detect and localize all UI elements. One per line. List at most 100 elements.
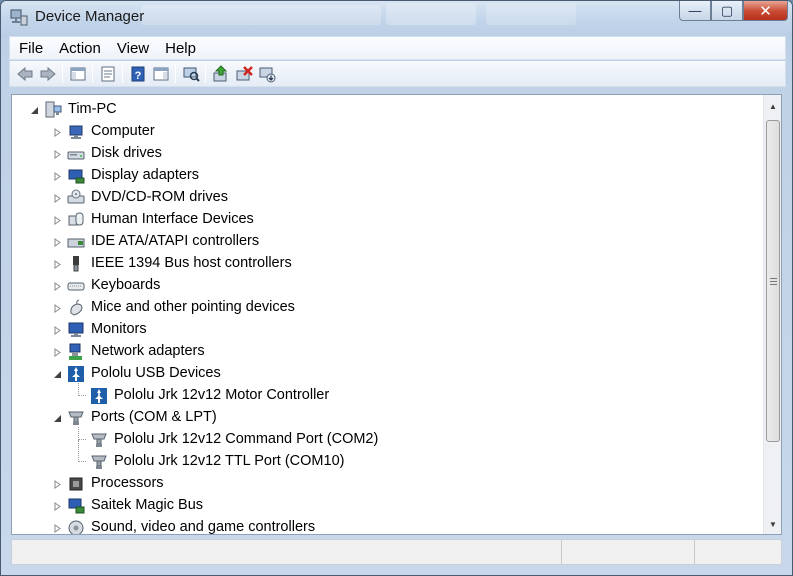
tree-device-node[interactable]: Pololu Jrk 12v12 Motor Controller [12, 383, 752, 407]
expand-arrow-icon[interactable] [52, 523, 62, 533]
tree-category-display-adapters[interactable]: Display adapters [12, 165, 752, 187]
expand-arrow-icon[interactable] [52, 303, 62, 313]
tree-connector [78, 427, 86, 440]
uninstall-device-button[interactable] [255, 63, 278, 85]
processor-icon [69, 477, 83, 491]
port-icon [91, 433, 107, 447]
collapse-arrow-icon[interactable] [29, 105, 39, 115]
pololu-icon [68, 366, 84, 382]
tree-node-label: Pololu Jrk 12v12 TTL Port (COM10) [114, 453, 345, 469]
tree-category-ide-ata-atapi-controllers[interactable]: IDE ATA/ATAPI controllers [12, 231, 752, 253]
ide-controller-icon [67, 238, 85, 248]
thumb-grip [770, 281, 777, 282]
toolbar-separator [205, 64, 206, 83]
tree-category-monitors[interactable]: Monitors [12, 319, 752, 341]
update-driver-button[interactable] [209, 63, 232, 85]
disable-device-button[interactable] [232, 63, 255, 85]
tree-node-label: Saitek Magic Bus [91, 497, 204, 513]
tree-node-label: Ports (COM & LPT) [91, 409, 217, 425]
forward-button[interactable] [36, 63, 59, 85]
tree-node-label: Computer [91, 123, 155, 139]
help-icon: ? [131, 66, 144, 82]
expand-arrow-icon[interactable] [52, 347, 62, 357]
expand-arrow-icon[interactable] [52, 171, 62, 181]
tree-category-computer[interactable]: Computer [12, 121, 752, 143]
menu-help[interactable]: Help [156, 40, 203, 57]
tree-device-node[interactable]: Pololu Jrk 12v12 TTL Port (COM10) [12, 440, 752, 473]
close-icon: ✕ [759, 2, 772, 20]
expand-arrow-icon[interactable] [52, 215, 62, 225]
help-button[interactable]: ? [126, 63, 149, 85]
collapse-arrow-icon[interactable] [52, 369, 62, 379]
device-tree-pane[interactable]: Tim-PC Computer Disk drives Display adapter… [11, 94, 782, 535]
properties-button[interactable] [96, 63, 119, 85]
uninstall-device-icon [259, 67, 275, 82]
tree-category-keyboards[interactable]: Keyboards [12, 275, 752, 297]
minimize-button[interactable]: — [679, 1, 711, 21]
expand-arrow-icon[interactable] [52, 501, 62, 511]
scan-hardware-changes-button[interactable] [179, 63, 202, 85]
menu-view[interactable]: View [108, 40, 156, 57]
tree-connector [78, 440, 86, 462]
minimize-icon: — [688, 3, 702, 18]
tree-node-label: Human Interface Devices [91, 211, 254, 227]
expand-arrow-icon[interactable] [52, 149, 62, 159]
tree-node-label: Keyboards [91, 277, 161, 293]
status-pane-right [695, 540, 781, 564]
tree-category-ieee-1394-bus-host-controllers[interactable]: IEEE 1394 Bus host controllers [12, 253, 752, 275]
port-icon [91, 455, 107, 469]
tree-category-processors[interactable]: Processors [12, 473, 752, 495]
expand-arrow-icon[interactable] [52, 259, 62, 269]
tree-category-network-adapters[interactable]: Network adapters [12, 341, 752, 363]
tree-node-label: Mice and other pointing devices [91, 299, 295, 315]
expand-arrow-icon[interactable] [52, 237, 62, 247]
tree-category-sound-video-and-game-controllers[interactable]: Sound, video and game controllers [12, 517, 752, 535]
vertical-scrollbar[interactable]: ▲ ▼ [763, 95, 781, 534]
tree-category-pololu-usb-devices[interactable]: Pololu USB Devices [12, 363, 752, 385]
toolbar-separator [175, 64, 176, 83]
computer-icon [69, 125, 83, 139]
window-title: Device Manager [35, 8, 145, 25]
scroll-down-arrow-icon[interactable]: ▼ [764, 515, 781, 533]
expand-arrow-icon[interactable] [52, 193, 62, 203]
close-button[interactable]: ✕ [743, 1, 788, 21]
tree-root-node[interactable]: Tim-PC [12, 99, 752, 121]
tree-category-disk-drives[interactable]: Disk drives [12, 143, 752, 165]
port-icon [68, 411, 84, 425]
title-bar[interactable]: Device Manager — ▢ ✕ [1, 1, 792, 34]
menu-file[interactable]: File [10, 40, 50, 57]
device-manager-app-icon [10, 9, 28, 26]
expand-arrow-icon[interactable] [52, 281, 62, 291]
show-action-pane-button[interactable] [149, 63, 172, 85]
scan-hardware-changes-icon [183, 67, 200, 82]
tree-category-ports-com-lpt[interactable]: Ports (COM & LPT) [12, 407, 752, 429]
status-pane-main [12, 540, 562, 564]
collapse-arrow-icon[interactable] [52, 413, 62, 423]
tree-node-label: IEEE 1394 Bus host controllers [91, 255, 292, 271]
tree-category-saitek-magic-bus[interactable]: Saitek Magic Bus [12, 495, 752, 517]
scroll-up-arrow-icon[interactable]: ▲ [764, 97, 781, 115]
device-tree: Tim-PC Computer Disk drives Display adapter… [12, 95, 762, 535]
display-adapter-icon [68, 169, 85, 184]
thumb-grip [770, 284, 777, 285]
menu-action[interactable]: Action [50, 40, 108, 57]
tree-node-label: Network adapters [91, 343, 205, 359]
maximize-button[interactable]: ▢ [711, 1, 743, 21]
status-bar [11, 539, 782, 565]
toolbar-separator [92, 64, 93, 83]
toolbar-separator [122, 64, 123, 83]
tree-node-label: Sound, video and game controllers [91, 519, 316, 535]
scrollbar-thumb[interactable] [766, 120, 780, 442]
expand-arrow-icon[interactable] [52, 479, 62, 489]
tree-device-node[interactable]: Pololu Jrk 12v12 Command Port (COM2) [12, 427, 752, 451]
back-button[interactable] [13, 63, 36, 85]
disable-device-icon [236, 65, 253, 80]
expand-arrow-icon[interactable] [52, 325, 62, 335]
tree-node-label: Pololu USB Devices [91, 365, 221, 381]
expand-arrow-icon[interactable] [52, 127, 62, 137]
dvd-drive-icon [67, 189, 85, 204]
show-hide-console-tree-button[interactable] [66, 63, 89, 85]
tree-category-human-interface-devices[interactable]: Human Interface Devices [12, 209, 752, 231]
tree-category-dvd-cd-rom-drives[interactable]: DVD/CD-ROM drives [12, 187, 752, 209]
tree-category-mice-and-other-pointing-devices[interactable]: Mice and other pointing devices [12, 297, 752, 319]
